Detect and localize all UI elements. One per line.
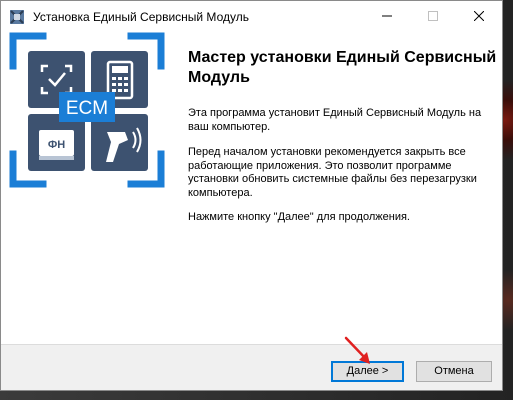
maximize-button — [410, 1, 456, 31]
minimize-button[interactable] — [364, 1, 410, 31]
wizard-content: Мастер установки Единый Сервисный Модуль… — [173, 32, 502, 344]
button-bar: Далее > Отмена — [1, 344, 502, 390]
ecm-logo: ФН ECM — [9, 32, 165, 188]
close-icon — [474, 11, 484, 21]
cancel-button[interactable]: Отмена — [416, 361, 492, 382]
wizard-banner: ФН ECM — [1, 32, 173, 344]
fiscal-drive-icon: ФН — [39, 130, 74, 160]
intro-text: Эта программа установит Единый Сервисный… — [188, 107, 482, 133]
continue-instruction-text: Нажмите кнопку "Далее" для продолжения. — [188, 211, 410, 223]
minimize-icon — [382, 15, 392, 17]
installer-window: Установка Единый Сервисный Модуль ФН ECM… — [0, 0, 503, 391]
window-title: Установка Единый Сервисный Модуль — [33, 10, 249, 24]
wizard-heading: Мастер установки Единый Сервисный Модуль — [188, 49, 497, 86]
ecm-badge-text: ECM — [66, 98, 108, 119]
maximize-icon — [428, 11, 438, 21]
close-apps-text: Перед началом установки рекомендуется за… — [188, 146, 477, 199]
title-bar[interactable]: Установка Единый Сервисный Модуль — [1, 1, 502, 32]
annotation-arrow-icon — [344, 336, 370, 364]
installer-app-icon — [10, 10, 24, 24]
close-button[interactable] — [456, 1, 502, 31]
fn-label: ФН — [48, 139, 65, 151]
